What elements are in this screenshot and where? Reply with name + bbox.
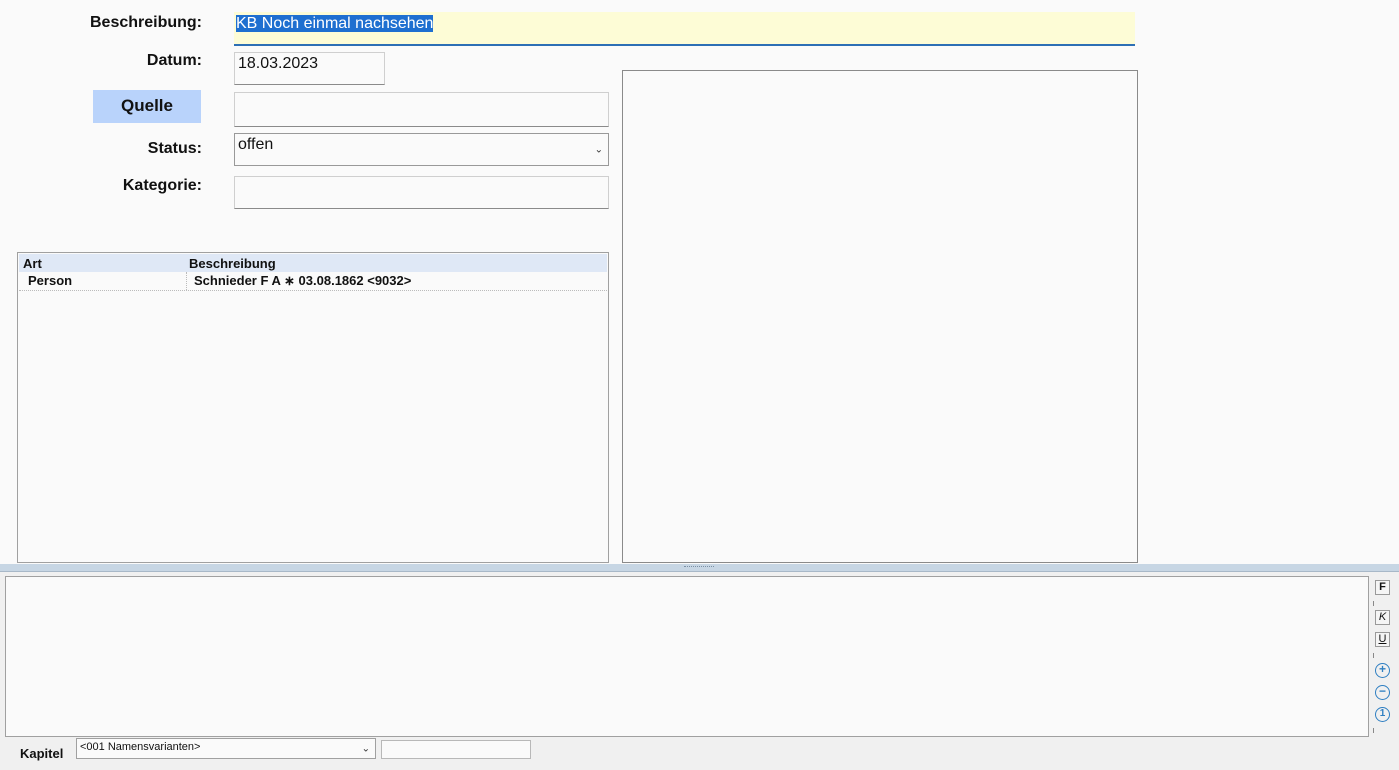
plus-circle-icon[interactable]: + — [1375, 663, 1390, 678]
table-row[interactable]: Person Schnieder F A ∗ 03.08.1862 <9032> — [19, 272, 607, 291]
links-table: Art Beschreibung Person Schnieder F A ∗ … — [17, 252, 609, 563]
separator — [1373, 728, 1374, 733]
kapitel-value: <001 Namensvarianten> — [80, 741, 201, 753]
beschreibung-input[interactable]: KB Noch einmal nachsehen — [234, 12, 1135, 46]
separator — [1373, 653, 1374, 658]
number-one-icon[interactable]: 1 — [1375, 707, 1390, 722]
underline-button[interactable]: U — [1375, 632, 1390, 647]
preview-panel — [622, 70, 1138, 563]
chevron-down-icon[interactable]: ⌄ — [595, 144, 603, 155]
column-header-beschreibung[interactable]: Beschreibung — [189, 256, 276, 271]
kategorie-input[interactable] — [234, 176, 609, 209]
bold-button[interactable]: F — [1375, 580, 1390, 595]
kapitel-label: Kapitel — [20, 746, 64, 761]
quelle-button[interactable]: Quelle — [93, 90, 201, 123]
datum-input[interactable]: 18.03.2023 — [234, 52, 385, 85]
splitter-handle[interactable] — [0, 564, 1399, 571]
grip-icon — [684, 566, 714, 569]
quelle-input[interactable] — [234, 92, 609, 127]
kategorie-label: Kategorie: — [122, 177, 202, 194]
kapitel-select[interactable]: <001 Namensvarianten> ⌄ — [76, 738, 376, 759]
table-header: Art Beschreibung — [19, 254, 607, 272]
status-select[interactable]: offen ⌄ — [234, 133, 609, 166]
datum-value: 18.03.2023 — [238, 55, 319, 72]
separator — [1373, 601, 1374, 606]
datum-label: Datum: — [146, 52, 202, 69]
beschreibung-selected-text: KB Noch einmal nachsehen — [236, 15, 434, 32]
status-value: offen — [238, 136, 274, 153]
notes-panel: F K U + − 1 Kapitel <001 Namensvarianten… — [0, 571, 1399, 770]
column-header-art[interactable]: Art — [23, 256, 42, 271]
format-toolbar: F K U + − 1 — [1372, 576, 1394, 738]
beschreibung-label: Beschreibung: — [89, 14, 202, 31]
italic-button[interactable]: K — [1375, 610, 1390, 625]
column-divider — [186, 272, 187, 290]
kapitel-extra-input[interactable] — [381, 740, 531, 759]
chevron-down-icon[interactable]: ⌄ — [362, 743, 370, 754]
cell-beschreibung: Schnieder F A ∗ 03.08.1862 <9032> — [194, 273, 412, 288]
cell-art: Person — [28, 273, 73, 288]
notes-editor[interactable] — [5, 576, 1369, 737]
minus-circle-icon[interactable]: − — [1375, 685, 1390, 700]
status-label: Status: — [147, 140, 202, 157]
